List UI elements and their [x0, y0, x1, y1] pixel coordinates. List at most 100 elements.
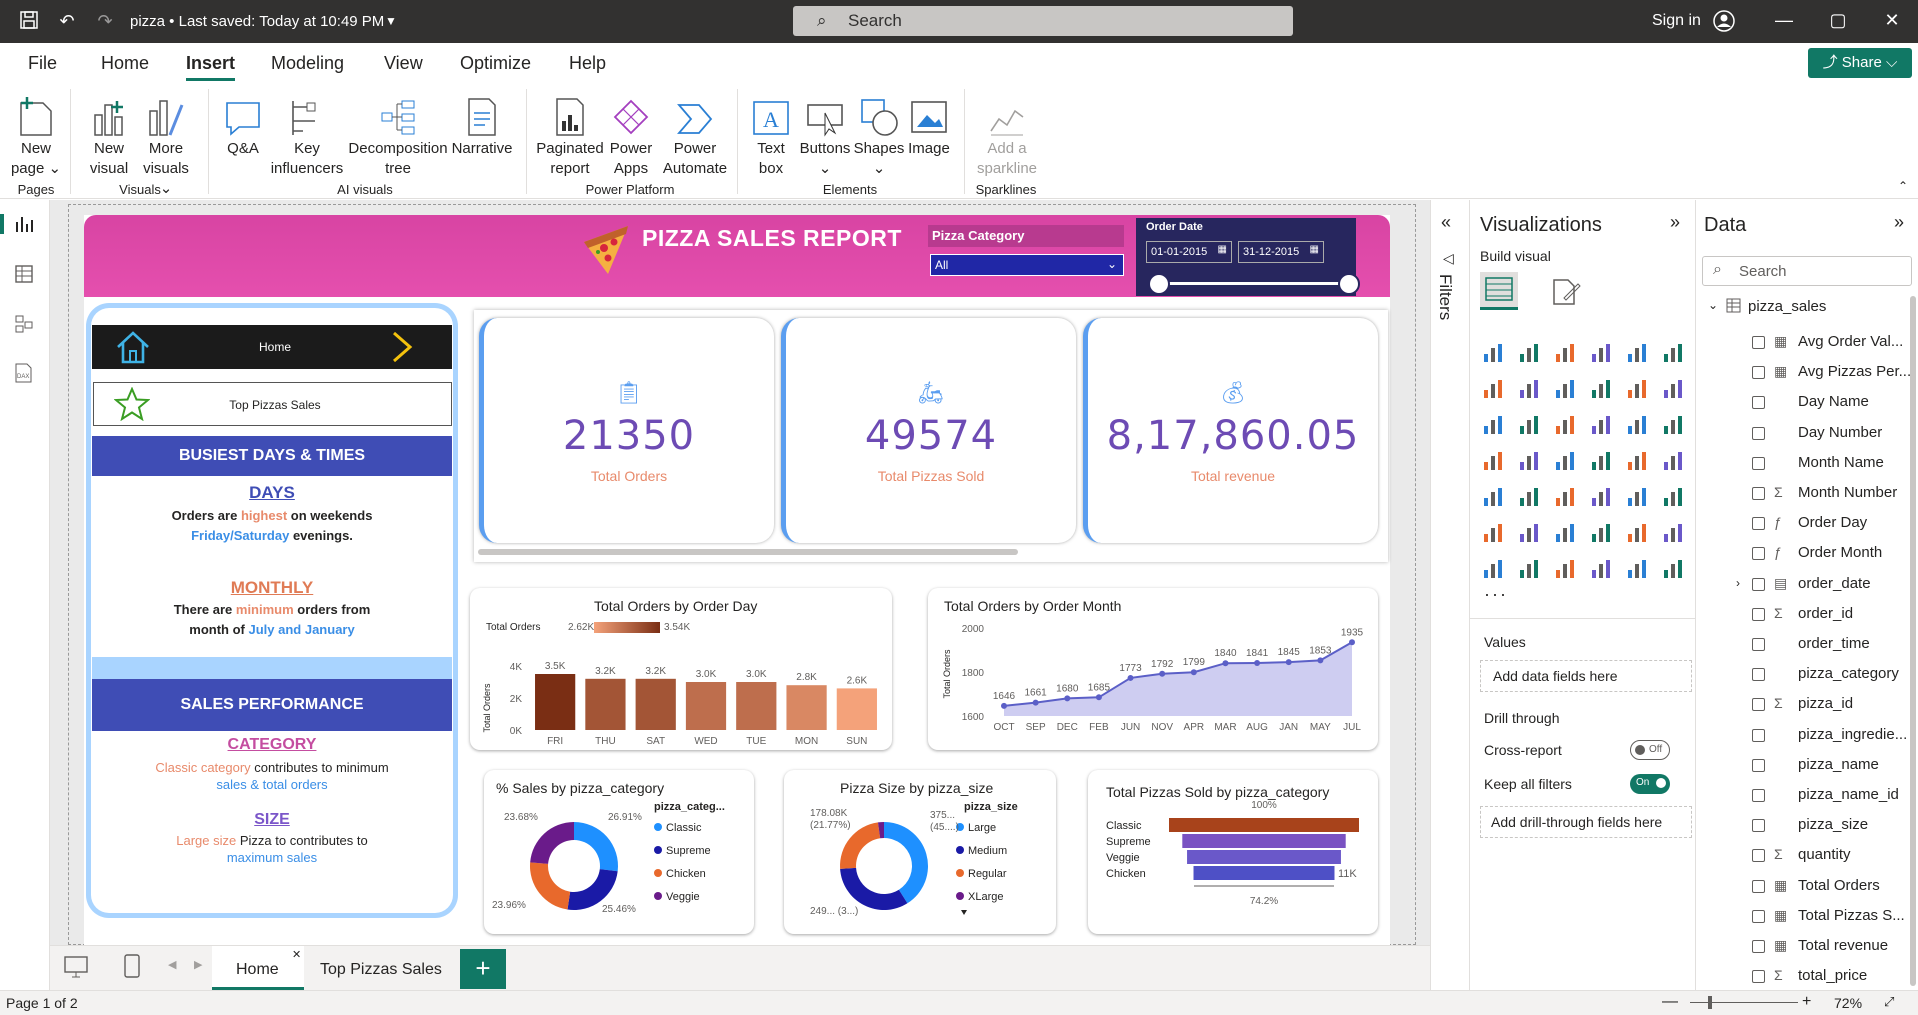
- kpi-card-total-revenue[interactable]: 💰︎ 8,17,860.05 Total revenue: [1083, 318, 1378, 543]
- kpi-scrollbar[interactable]: [478, 549, 1018, 555]
- multi-row-card-icon[interactable]: [1482, 484, 1506, 508]
- goals-icon[interactable]: [1662, 520, 1686, 544]
- redo-icon[interactable]: ↷: [94, 10, 116, 32]
- key-influencers-icon[interactable]: [1518, 520, 1542, 544]
- data-field-row[interactable]: Day Number: [1736, 421, 1906, 447]
- start-date-input[interactable]: 01-01-2015 ▦: [1146, 241, 1232, 263]
- menu-view[interactable]: View: [384, 53, 423, 74]
- treemap-icon[interactable]: [1482, 448, 1506, 472]
- data-field-row[interactable]: Σ Month Number: [1736, 481, 1906, 507]
- collapse-filters-icon[interactable]: «: [1441, 212, 1451, 233]
- field-checkbox[interactable]: [1752, 728, 1765, 742]
- data-field-row[interactable]: ▦ Avg Order Val...: [1736, 330, 1906, 356]
- end-date-input[interactable]: 31-12-2015 ▦: [1238, 241, 1324, 263]
- data-field-row[interactable]: Day Name: [1736, 390, 1906, 416]
- field-checkbox[interactable]: [1752, 517, 1765, 531]
- field-checkbox[interactable]: [1752, 638, 1765, 651]
- data-field-row[interactable]: ▦ Total Orders: [1736, 874, 1906, 900]
- field-checkbox[interactable]: [1752, 366, 1765, 380]
- field-checkbox[interactable]: [1752, 758, 1765, 772]
- close-tab-icon[interactable]: ✕: [292, 948, 301, 961]
- build-visual-tab[interactable]: [1480, 272, 1518, 310]
- values-drop-zone[interactable]: Add data fields here: [1480, 660, 1692, 692]
- matrix-icon[interactable]: [1626, 484, 1650, 508]
- data-field-row[interactable]: ƒ Order Month: [1736, 541, 1906, 567]
- close-icon[interactable]: ✕: [1880, 10, 1904, 31]
- data-field-row[interactable]: ƒ Order Day: [1736, 511, 1906, 537]
- zoom-slider-track[interactable]: [1690, 1002, 1798, 1003]
- dax-query-view-icon[interactable]: DAX: [12, 362, 34, 386]
- category-slicer-dropdown[interactable]: All ⌄: [930, 254, 1124, 276]
- menu-insert[interactable]: Insert: [186, 53, 236, 81]
- image-button[interactable]: Image: [904, 91, 954, 159]
- data-field-row[interactable]: pizza_category: [1736, 662, 1906, 688]
- filters-label[interactable]: Filters: [1435, 274, 1455, 320]
- minimize-icon[interactable]: —: [1772, 10, 1796, 31]
- power-apps-button[interactable]: Power Apps: [606, 91, 656, 179]
- paginated-report-button[interactable]: Paginated report: [534, 91, 606, 179]
- mobile-layout-icon[interactable]: [124, 954, 140, 981]
- slicer-icon[interactable]: [1554, 484, 1578, 508]
- data-field-row[interactable]: Σtotal_price: [1736, 964, 1906, 990]
- table-name[interactable]: pizza_sales: [1748, 298, 1826, 315]
- data-field-row[interactable]: ▦ Total revenue: [1736, 934, 1906, 960]
- new-page-button[interactable]: New page ⌄: [8, 91, 64, 179]
- table-view-icon[interactable]: [14, 264, 34, 287]
- prev-page-icon[interactable]: ◀: [168, 958, 176, 971]
- gauge-icon[interactable]: [1626, 448, 1650, 472]
- narrative-button[interactable]: Narrative: [450, 91, 514, 159]
- add-page-button[interactable]: +: [460, 949, 506, 989]
- menu-file[interactable]: File: [28, 53, 57, 74]
- date-range-end-handle[interactable]: [1338, 273, 1360, 295]
- line-clustered-column-chart-icon[interactable]: [1662, 376, 1686, 400]
- orders-by-day-chart[interactable]: Total Orders by Order Day Total Orders 2.…: [470, 588, 892, 750]
- share-button[interactable]: ⤴ Share ⌵: [1808, 48, 1912, 78]
- next-page-icon[interactable]: ▶: [194, 958, 202, 971]
- field-checkbox[interactable]: [1752, 819, 1765, 833]
- menu-home[interactable]: Home: [101, 53, 149, 74]
- table-icon[interactable]: [1590, 484, 1614, 508]
- orders-by-month-chart[interactable]: Total Orders by Order Month Total Orders…: [928, 588, 1378, 750]
- format-visual-tab-icon[interactable]: [1550, 276, 1582, 311]
- data-field-row[interactable]: Σpizza_id: [1736, 692, 1906, 718]
- data-field-row[interactable]: Σquantity: [1736, 843, 1906, 869]
- qa-button[interactable]: Q&A: [218, 91, 268, 159]
- zoom-in-icon[interactable]: +: [1802, 993, 1811, 1011]
- r-visual-icon[interactable]: [1662, 484, 1686, 508]
- line-stacked-column-chart-icon[interactable]: [1626, 376, 1650, 400]
- fit-to-page-icon[interactable]: ⤢: [1884, 994, 1894, 1010]
- report-view-icon[interactable]: [14, 214, 34, 237]
- text-box-button[interactable]: A Text box: [748, 91, 794, 179]
- card-new-icon[interactable]: [1518, 556, 1542, 580]
- field-checkbox[interactable]: [1752, 487, 1765, 500]
- stacked-area-chart-icon[interactable]: [1554, 376, 1578, 400]
- title-dropdown-icon[interactable]: ▼: [380, 10, 402, 32]
- data-field-row[interactable]: ▦ Avg Pizzas Per...: [1736, 360, 1911, 386]
- collapse-ribbon-icon[interactable]: ⌃: [1898, 179, 1908, 193]
- chevron-right-icon[interactable]: [390, 329, 414, 368]
- kpi-card-total-orders[interactable]: 📋︎ 21350 Total Orders: [479, 318, 774, 543]
- power-apps-icon[interactable]: [1626, 556, 1650, 580]
- expand-field-icon[interactable]: ›: [1736, 576, 1740, 590]
- data-field-row[interactable]: pizza_name_id: [1736, 783, 1906, 809]
- power-automate-icon[interactable]: [1662, 556, 1686, 580]
- field-checkbox[interactable]: [1752, 456, 1765, 470]
- menu-optimize[interactable]: Optimize: [460, 53, 531, 74]
- field-checkbox[interactable]: [1752, 970, 1765, 984]
- page-tab-top-pizzas[interactable]: Top Pizzas Sales: [320, 961, 442, 979]
- paginated-report-icon[interactable]: [1482, 556, 1506, 580]
- decomposition-tree-icon[interactable]: [1554, 520, 1578, 544]
- page-tab-home[interactable]: Home ✕: [212, 946, 304, 990]
- pie-chart-icon[interactable]: [1626, 412, 1650, 436]
- menu-modeling[interactable]: Modeling: [271, 53, 344, 74]
- model-view-icon[interactable]: [14, 314, 34, 337]
- more-visuals-ellipsis[interactable]: ···: [1484, 584, 1508, 605]
- area-chart-icon[interactable]: [1518, 376, 1542, 400]
- decomposition-tree-button[interactable]: Decomposition tree: [346, 91, 450, 179]
- python-visual-icon[interactable]: [1482, 520, 1506, 544]
- zoom-out-icon[interactable]: —: [1662, 993, 1678, 1011]
- account-icon[interactable]: [1713, 10, 1735, 32]
- qa-icon[interactable]: [1590, 520, 1614, 544]
- 100-stacked-bar-chart-icon[interactable]: [1626, 340, 1650, 364]
- clustered-column-chart-icon[interactable]: [1590, 340, 1614, 364]
